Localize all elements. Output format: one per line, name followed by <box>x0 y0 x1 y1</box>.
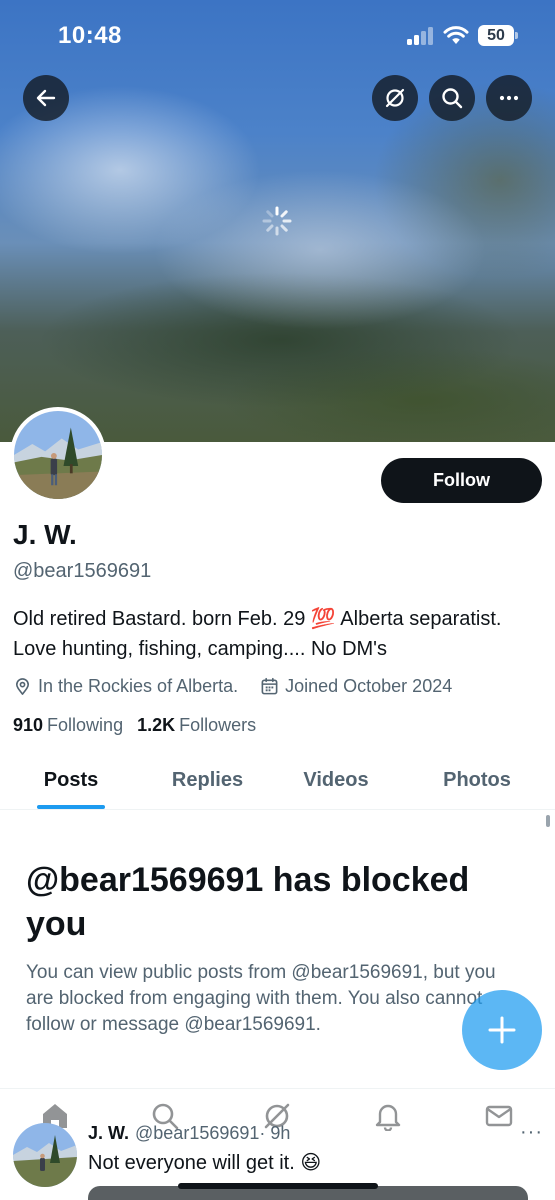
post-author-handle: @bear1569691 <box>135 1123 260 1143</box>
scrollbar[interactable] <box>546 815 550 827</box>
avatar-photo <box>13 1123 77 1187</box>
tab-posts[interactable]: Posts <box>0 752 142 809</box>
bio-line: Old retired Bastard. born Feb. 29 💯 Albe… <box>13 608 502 630</box>
status-time: 10:48 <box>58 22 122 49</box>
back-button[interactable] <box>23 75 69 121</box>
tab-videos[interactable]: Videos <box>273 752 399 809</box>
bio-line: Love hunting, fishing, camping.... No DM… <box>13 638 388 660</box>
follow-button[interactable]: Follow <box>381 458 542 503</box>
search-icon <box>442 88 463 109</box>
profile-handle: @bear1569691 <box>13 560 152 582</box>
grok-button[interactable] <box>372 75 418 121</box>
followers-count: 1.2K <box>137 715 176 735</box>
following-count: 910 <box>13 715 44 735</box>
followers-link[interactable]: 1.2K Followers <box>137 715 256 736</box>
wifi-icon <box>443 26 469 44</box>
location-item: In the Rockies of Alberta. <box>13 676 238 697</box>
status-bar: 10:48 50 <box>0 0 555 72</box>
tab-replies[interactable]: Replies <box>142 752 273 809</box>
profile-meta: In the Rockies of Alberta. Joined Octobe… <box>13 674 474 698</box>
avatar-photo <box>14 411 102 499</box>
profile-bio: Old retired Bastard. born Feb. 29 💯 Albe… <box>13 604 543 664</box>
arrow-left-icon <box>36 89 56 107</box>
followers-label: Followers <box>179 715 257 735</box>
display-name: J. W. <box>13 519 77 550</box>
more-horizontal-icon <box>499 95 519 101</box>
post-header: J. W. @bear1569691· 9h <box>88 1123 290 1144</box>
blocked-message: You can view public posts from @bear1569… <box>26 962 496 1035</box>
avatar[interactable] <box>10 407 106 503</box>
location-pin-icon <box>15 677 30 695</box>
grok-icon <box>385 88 405 108</box>
plus-icon <box>488 1016 516 1044</box>
post-avatar[interactable] <box>13 1123 77 1187</box>
following-link[interactable]: 910 Following <box>13 715 123 736</box>
compose-button[interactable] <box>462 990 542 1070</box>
post-text: Not everyone will get it. 😆 <box>88 1152 322 1174</box>
post-author-name: J. W. <box>88 1123 130 1143</box>
joined-item: Joined October 2024 <box>260 676 452 697</box>
cellular-signal-icon <box>407 27 435 45</box>
blocked-title: @bear1569691 has blocked you <box>26 861 470 943</box>
tab-photos[interactable]: Photos <box>399 752 555 809</box>
home-indicator <box>178 1183 378 1189</box>
profile-banner[interactable]: 10:48 50 <box>0 0 555 442</box>
active-tab-indicator <box>37 805 105 809</box>
more-button[interactable] <box>486 75 532 121</box>
follow-stats: 910 Following 1.2K Followers <box>13 715 270 736</box>
post-time: · 9h <box>259 1123 291 1143</box>
loading-spinner-icon <box>262 206 292 236</box>
search-button[interactable] <box>429 75 475 121</box>
post-more-icon[interactable]: ··· <box>520 1121 543 1144</box>
location-text: In the Rockies of Alberta. <box>38 675 239 696</box>
calendar-icon <box>261 677 278 694</box>
battery-icon: 50 <box>478 25 518 46</box>
joined-text: Joined October 2024 <box>285 675 453 696</box>
following-label: Following <box>47 715 124 735</box>
profile-tabs: Posts Replies Videos Photos <box>0 752 555 810</box>
